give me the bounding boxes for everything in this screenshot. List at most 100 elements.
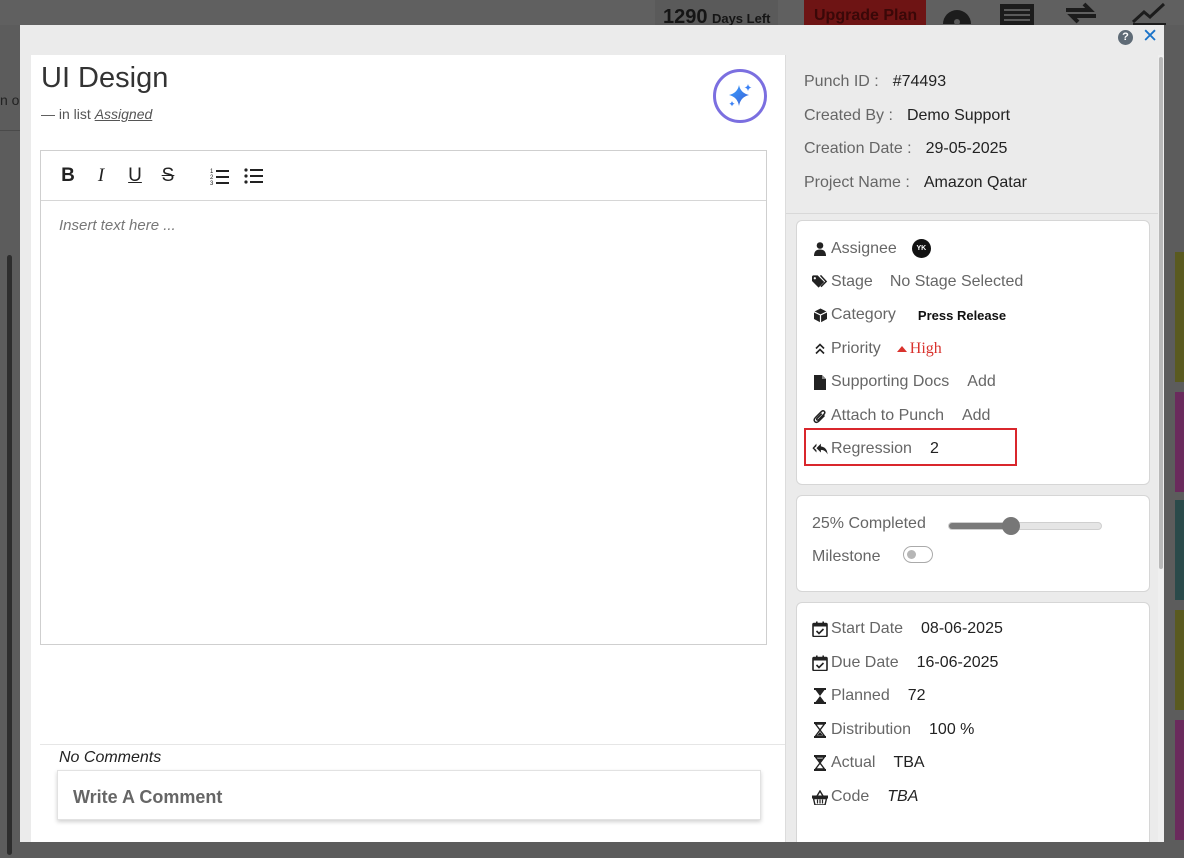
code-value: TBA [887,788,919,805]
italic-button[interactable]: I [91,165,111,187]
hourglass-icon [812,688,828,704]
calendar-check-icon [812,655,828,671]
double-chevron-up-icon [812,343,828,355]
regression-row[interactable]: Regression 2 [812,440,939,458]
creation-date-value: 29-05-2025 [925,140,1008,158]
supporting-docs-label: Supporting Docs [831,373,950,390]
progress-card: 25% Completed Milestone [796,495,1150,592]
sync-icon[interactable] [1062,0,1098,25]
distribution-row: Distribution 100 % [812,721,974,739]
stage-label: Stage [831,273,873,290]
avatar[interactable]: YK [911,239,931,258]
created-by-row: Created By : Demo Support [804,107,1027,141]
stage-row[interactable]: Stage No Stage Selected [812,273,1023,291]
due-date-row[interactable]: Due Date 16-06-2025 [812,654,998,672]
background-column-accent [1175,610,1184,710]
no-comments-label: No Comments [59,749,162,766]
close-icon[interactable]: ✕ [1142,27,1158,47]
details-card: Assignee YK Stage No Stage Selected Cate… [796,220,1150,485]
list-view-icon[interactable] [998,0,1034,25]
comment-input[interactable]: Write A Comment [57,770,761,820]
punch-id-value: #74493 [892,73,947,90]
creation-date-label: Creation Date : [804,140,912,158]
ai-assist-button[interactable] [713,69,767,123]
actual-value: TBA [893,754,925,771]
project-name-row: Project Name : Amazon Qatar [804,174,1027,208]
schedule-card: Start Date 08-06-2025 Due Date 16-06-202… [796,602,1150,842]
start-date-value[interactable]: 08-06-2025 [921,620,1003,638]
planned-label: Planned [831,687,890,704]
help-icon[interactable]: ? [1118,30,1133,45]
punch-info: Punch ID : #74493 Created By : Demo Supp… [804,73,1027,208]
cube-icon [812,308,828,323]
calendar-check-icon [812,621,828,637]
background-fragment-text: n o [0,92,20,108]
sparkles-icon [729,84,752,107]
creation-date-row: Creation Date : 29-05-2025 [804,140,1027,174]
caret-up-icon [896,346,907,352]
supporting-docs-add-link[interactable]: Add [967,373,995,391]
assignee-label: Assignee [831,239,897,257]
priority-text: High [909,340,942,357]
regression-value: 2 [929,440,939,457]
punch-id-row: Punch ID : #74493 [804,73,1027,107]
attach-add-link[interactable]: Add [962,407,990,425]
project-name-label: Project Name : [804,174,910,192]
reply-all-icon [812,442,828,456]
priority-row[interactable]: Priority High [812,340,942,358]
category-value[interactable]: Press Release [918,308,1006,323]
completion-slider[interactable] [948,517,1102,535]
strikethrough-button[interactable]: S [158,165,178,187]
completion-slider-thumb[interactable] [1002,517,1020,535]
stage-value[interactable]: No Stage Selected [890,273,1023,291]
list-breadcrumb: — in list Assigned [41,106,152,122]
planned-row: Planned 72 [812,687,926,705]
bold-button[interactable]: B [58,165,78,187]
category-label: Category [831,306,896,323]
actual-row: Actual TBA [812,754,925,772]
panel-divider [785,55,786,842]
created-by-value: Demo Support [906,106,1011,124]
list-link[interactable]: Assigned [95,106,153,122]
unordered-list-button[interactable] [244,165,264,187]
supporting-docs-row[interactable]: Supporting Docs Add [812,373,996,391]
editor-placeholder: Insert text here ... [59,217,176,234]
ordered-list-button[interactable]: 123 [210,165,230,187]
priority-label: Priority [831,340,881,357]
project-name-value: Amazon Qatar [923,174,1027,192]
hourglass-icon [812,722,828,738]
description-editor[interactable]: B I U S 123 Insert text here ... [40,150,767,645]
start-date-row[interactable]: Start Date 08-06-2025 [812,620,1003,638]
days-left-counter: 1290 Days Left [655,0,779,28]
tags-icon [812,275,828,289]
comments-divider [40,744,785,745]
start-date-label: Start Date [831,620,904,637]
created-by-label: Created By : [804,106,893,124]
file-icon [812,374,828,390]
attach-row[interactable]: Attach to Punch Add [812,407,990,425]
planned-value: 72 [907,687,926,704]
hourglass-icon [812,755,828,771]
milestone-toggle-knob [907,550,916,559]
background-column-accent [1175,392,1184,492]
upgrade-plan-button[interactable]: Upgrade Plan [804,0,926,25]
background-divider [0,130,20,131]
punch-id-label: Punch ID : [804,73,879,90]
editor-toolbar: B I U S 123 [41,151,766,201]
user-icon [812,241,828,256]
days-left-label: Days Left [711,11,771,26]
modal-scroll-thumb[interactable] [1159,57,1163,569]
assignee-row[interactable]: Assignee YK [812,239,931,258]
analytics-chart-icon[interactable] [1130,0,1166,25]
milestone-toggle[interactable] [903,546,933,563]
svg-text:3: 3 [210,181,214,185]
priority-value[interactable]: High [896,340,942,358]
modal-scrollbar[interactable] [1158,55,1164,842]
distribution-label: Distribution [831,721,912,738]
due-date-value[interactable]: 16-06-2025 [917,654,999,672]
underline-button[interactable]: U [125,165,145,187]
category-row[interactable]: Category Press Release [812,306,1006,324]
paperclip-icon [812,409,828,424]
dashboard-gauge-icon[interactable] [940,0,976,25]
attach-label: Attach to Punch [831,407,944,424]
